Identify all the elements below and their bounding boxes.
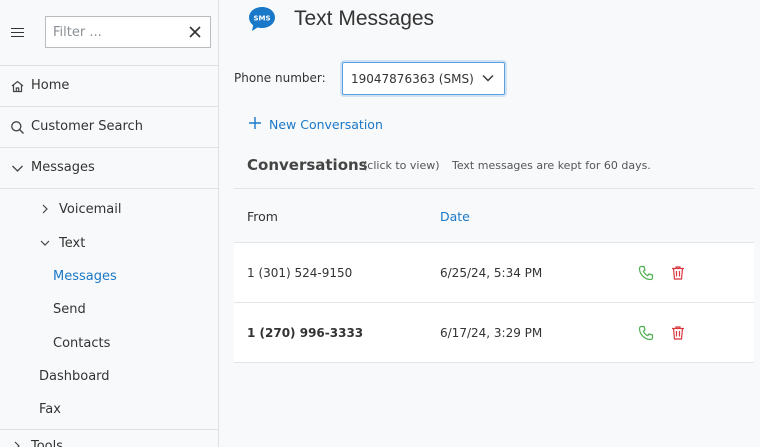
search-icon xyxy=(11,121,24,134)
sms-icon: SMS xyxy=(249,7,275,31)
table-row[interactable]: 1 (301) 524-9150 6/25/24, 5:34 PM xyxy=(234,243,754,303)
chevron-down-icon xyxy=(482,75,494,82)
sidebar-item-fax[interactable]: Fax xyxy=(39,402,61,417)
row-date: 6/17/24, 3:29 PM xyxy=(440,326,543,340)
sidebar-item-messages-active[interactable]: Messages xyxy=(53,269,117,284)
table-header: From Date xyxy=(234,188,754,243)
sidebar-item-label: Home xyxy=(31,78,70,93)
row-date: 6/25/24, 5:34 PM xyxy=(440,266,543,280)
sidebar-item-voicemail[interactable]: Voicemail xyxy=(59,202,121,217)
phone-number-value: 19047876363 (SMS) xyxy=(351,72,474,86)
table-row[interactable]: 1 (270) 996-3333 6/17/24, 3:29 PM xyxy=(234,303,754,363)
new-conversation-label: New Conversation xyxy=(269,117,383,132)
sidebar: Home Customer Search Messages Voicemail … xyxy=(0,0,219,447)
column-header-from: From xyxy=(247,209,278,224)
sidebar-item-send[interactable]: Send xyxy=(53,302,86,317)
close-icon[interactable] xyxy=(188,25,202,39)
sidebar-item-dashboard[interactable]: Dashboard xyxy=(39,369,110,384)
sidebar-item-home[interactable]: Home xyxy=(0,66,218,107)
row-from: 1 (301) 524-9150 xyxy=(247,266,353,280)
click-hint: (click to view) xyxy=(363,159,440,172)
phone-call-icon[interactable] xyxy=(638,325,654,341)
trash-icon[interactable] xyxy=(670,325,686,341)
column-header-date[interactable]: Date xyxy=(440,209,470,224)
chevron-right-icon[interactable] xyxy=(40,204,50,214)
phone-number-label: Phone number: xyxy=(234,71,326,85)
page-title: Text Messages xyxy=(294,7,435,30)
phone-call-icon[interactable] xyxy=(638,265,654,281)
chevron-down-icon xyxy=(12,165,23,172)
chevron-right-icon[interactable] xyxy=(12,441,22,447)
main-content: SMS Text Messages Phone number: 19047876… xyxy=(220,0,760,447)
sms-badge: SMS xyxy=(253,15,270,23)
sidebar-header xyxy=(0,0,218,66)
divider xyxy=(0,429,218,430)
phone-number-select[interactable]: 19047876363 (SMS) xyxy=(342,62,505,95)
filter-box xyxy=(45,16,211,48)
sidebar-item-text[interactable]: Text xyxy=(59,236,85,251)
sidebar-item-contacts[interactable]: Contacts xyxy=(53,336,110,351)
home-icon xyxy=(11,80,24,93)
row-from: 1 (270) 996-3333 xyxy=(247,326,364,340)
conversations-heading: Conversations xyxy=(247,156,368,174)
retention-note: Text messages are kept for 60 days. xyxy=(452,159,651,172)
sidebar-item-messages[interactable]: Messages xyxy=(0,148,218,189)
sidebar-item-label: Messages xyxy=(31,160,95,175)
sidebar-item-tools[interactable]: Tools xyxy=(31,439,63,447)
plus-icon xyxy=(249,117,261,129)
hamburger-menu-icon[interactable] xyxy=(11,25,27,41)
sidebar-item-label: Customer Search xyxy=(31,119,143,134)
sidebar-item-customer-search[interactable]: Customer Search xyxy=(0,107,218,148)
filter-input[interactable] xyxy=(46,17,186,47)
trash-icon[interactable] xyxy=(670,265,686,281)
chevron-down-icon[interactable] xyxy=(40,238,50,248)
